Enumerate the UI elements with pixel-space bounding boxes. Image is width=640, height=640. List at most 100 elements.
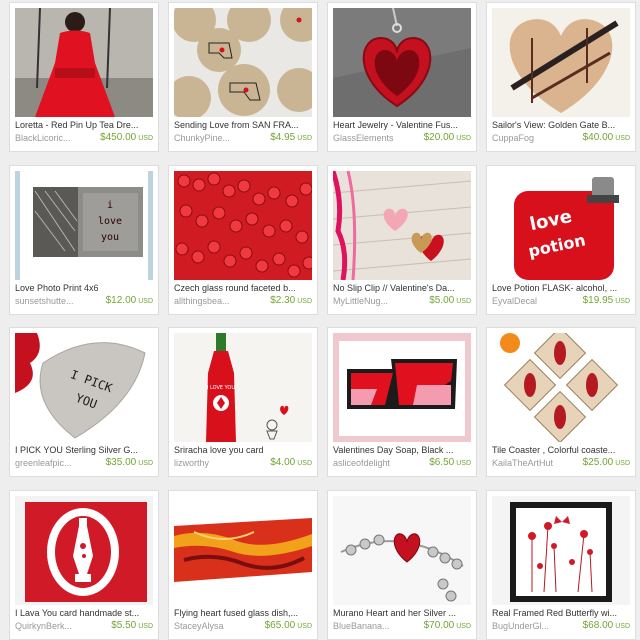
listing-title[interactable]: Loretta - Red Pin Up Tea Dre... bbox=[15, 120, 153, 130]
price-value: $4.95 bbox=[270, 132, 296, 143]
listing-price: $68.00 USD bbox=[583, 620, 630, 631]
listing-card[interactable]: Murano Heart and her Silver ... BlueBana… bbox=[327, 490, 477, 640]
shop-name[interactable]: QuirkynBerk... bbox=[15, 621, 95, 631]
listing-image[interactable]: i love you bbox=[15, 171, 153, 280]
listing-price: $40.00 USD bbox=[583, 132, 630, 143]
currency-label: USD bbox=[297, 135, 312, 142]
shop-name[interactable]: asliceofdelight bbox=[333, 458, 413, 468]
listing-title[interactable]: Valentines Day Soap, Black ... bbox=[333, 445, 471, 455]
shop-name[interactable]: allthingsbea... bbox=[174, 296, 254, 306]
shop-name[interactable]: KailaTheArtHut bbox=[492, 458, 572, 468]
listing-price: $6.50 USD bbox=[429, 457, 471, 468]
listing-image[interactable]: love potion bbox=[492, 171, 630, 280]
listing-price: $65.00 USD bbox=[265, 620, 312, 631]
shop-name[interactable]: EyvalDecal bbox=[492, 296, 572, 306]
listing-image[interactable] bbox=[333, 171, 471, 280]
shop-name[interactable]: lizworthy bbox=[174, 458, 254, 468]
valentine-soap-image bbox=[333, 333, 471, 442]
listing-card[interactable]: I Lava You card handmade st... QuirkynBe… bbox=[9, 490, 159, 640]
listing-card[interactable]: Sailor's View: Golden Gate B... CuppaFog… bbox=[486, 2, 636, 152]
listing-card[interactable]: Real Framed Red Butterfly wi... BugUnder… bbox=[486, 490, 636, 640]
currency-label: USD bbox=[456, 298, 471, 305]
listing-image[interactable] bbox=[333, 8, 471, 117]
listing-title[interactable]: Czech glass round faceted b... bbox=[174, 283, 312, 293]
price-value: $5.00 bbox=[429, 295, 455, 306]
listing-title[interactable]: No Slip Clip // Valentine's Da... bbox=[333, 283, 471, 293]
listing-title[interactable]: Sending Love from SAN FRA... bbox=[174, 120, 312, 130]
murano-heart-bracelet-image bbox=[333, 496, 471, 605]
listing-price: $20.00 USD bbox=[424, 132, 471, 143]
shop-name[interactable]: StaceyAlysa bbox=[174, 621, 254, 631]
listing-price: $19.95 USD bbox=[583, 295, 630, 306]
listing-image[interactable] bbox=[15, 8, 153, 117]
listing-card[interactable]: I PICK YOU I PICK YOU Sterling Silver G.… bbox=[9, 327, 159, 477]
currency-label: USD bbox=[138, 298, 153, 305]
shop-name[interactable]: BugUnderGl... bbox=[492, 621, 572, 631]
listing-image[interactable] bbox=[174, 8, 312, 117]
currency-label: USD bbox=[615, 135, 630, 142]
listing-image[interactable]: I PICK YOU bbox=[15, 333, 153, 442]
listing-card[interactable]: Flying heart fused glass dish,... Stacey… bbox=[168, 490, 318, 640]
currency-label: USD bbox=[615, 460, 630, 467]
listing-price: $35.00 USD bbox=[106, 457, 153, 468]
listing-title[interactable]: Real Framed Red Butterfly wi... bbox=[492, 608, 630, 618]
listing-title[interactable]: Heart Jewelry - Valentine Fus... bbox=[333, 120, 471, 130]
listing-image[interactable] bbox=[333, 333, 471, 442]
listing-title[interactable]: Sailor's View: Golden Gate B... bbox=[492, 120, 630, 130]
listing-title[interactable]: Flying heart fused glass dish,... bbox=[174, 608, 312, 618]
listing-card[interactable]: Valentines Day Soap, Black ... asliceofd… bbox=[327, 327, 477, 477]
listing-grid: Loretta - Red Pin Up Tea Dre... BlackLic… bbox=[0, 0, 640, 640]
shop-name[interactable]: GlassElements bbox=[333, 133, 413, 143]
listing-image[interactable] bbox=[174, 171, 312, 280]
listing-price: $5.50 USD bbox=[111, 620, 153, 631]
shop-name[interactable]: greenleafpic... bbox=[15, 458, 95, 468]
listing-image[interactable] bbox=[492, 496, 630, 605]
listing-card[interactable]: Czech glass round faceted b... allthings… bbox=[168, 165, 318, 315]
listing-image[interactable] bbox=[492, 333, 630, 442]
listing-title[interactable]: Murano Heart and her Silver ... bbox=[333, 608, 471, 618]
shop-name[interactable]: MyLittleNug... bbox=[333, 296, 413, 306]
listing-price: $2.30 USD bbox=[270, 295, 312, 306]
listing-title[interactable]: Tile Coaster , Colorful coaste... bbox=[492, 445, 630, 455]
price-value: $20.00 bbox=[423, 132, 455, 143]
listing-card[interactable]: I LOVE YOU Sriracha love you card lizwor… bbox=[168, 327, 318, 477]
listing-title[interactable]: Love Photo Print 4x6 bbox=[15, 283, 153, 293]
lava-lamp-card-image bbox=[15, 496, 153, 605]
shop-name[interactable]: BlueBanana... bbox=[333, 621, 413, 631]
listing-image[interactable] bbox=[174, 496, 312, 605]
listing-title[interactable]: I PICK YOU Sterling Silver G... bbox=[15, 445, 153, 455]
price-value: $40.00 bbox=[582, 132, 614, 143]
listing-image[interactable] bbox=[15, 496, 153, 605]
listing-card[interactable]: love potion Love Potion FLASK- alcohol, … bbox=[486, 165, 636, 315]
listing-title[interactable]: Love Potion FLASK- alcohol, ... bbox=[492, 283, 630, 293]
tile-coasters-image bbox=[492, 333, 630, 442]
fused-glass-dish-image bbox=[174, 496, 312, 605]
listing-title[interactable]: Sriracha love you card bbox=[174, 445, 312, 455]
listing-card[interactable]: Sending Love from SAN FRA... ChunkyPine.… bbox=[168, 2, 318, 152]
listing-card[interactable]: Loretta - Red Pin Up Tea Dre... BlackLic… bbox=[9, 2, 159, 152]
photo-text-love: love bbox=[98, 216, 122, 227]
listing-price: $12.00 USD bbox=[106, 295, 153, 306]
price-value: $25.00 bbox=[582, 457, 614, 468]
framed-butterfly-image bbox=[492, 496, 630, 605]
listing-title[interactable]: I Lava You card handmade st... bbox=[15, 608, 153, 618]
love-photo-print-image: i love you bbox=[15, 171, 153, 280]
currency-label: USD bbox=[297, 460, 312, 467]
price-value: $68.00 bbox=[582, 620, 614, 631]
listing-card[interactable]: i love you Love Photo Print 4x6 sunsetsh… bbox=[9, 165, 159, 315]
currency-label: USD bbox=[138, 460, 153, 467]
listing-card[interactable]: No Slip Clip // Valentine's Da... MyLitt… bbox=[327, 165, 477, 315]
shop-name[interactable]: ChunkyPine... bbox=[174, 133, 254, 143]
listing-card[interactable]: Heart Jewelry - Valentine Fus... GlassEl… bbox=[327, 2, 477, 152]
currency-label: USD bbox=[615, 623, 630, 630]
shop-name[interactable]: sunsetshutte... bbox=[15, 296, 95, 306]
listing-image[interactable] bbox=[492, 8, 630, 117]
price-value: $65.00 bbox=[264, 620, 296, 631]
listing-card[interactable]: Tile Coaster , Colorful coaste... KailaT… bbox=[486, 327, 636, 477]
shop-name[interactable]: BlackLicoric... bbox=[15, 133, 95, 143]
shop-name[interactable]: CuppaFog bbox=[492, 133, 572, 143]
currency-label: USD bbox=[456, 135, 471, 142]
sriracha-card-image: I LOVE YOU bbox=[174, 333, 312, 442]
listing-image[interactable] bbox=[333, 496, 471, 605]
listing-image[interactable]: I LOVE YOU bbox=[174, 333, 312, 442]
